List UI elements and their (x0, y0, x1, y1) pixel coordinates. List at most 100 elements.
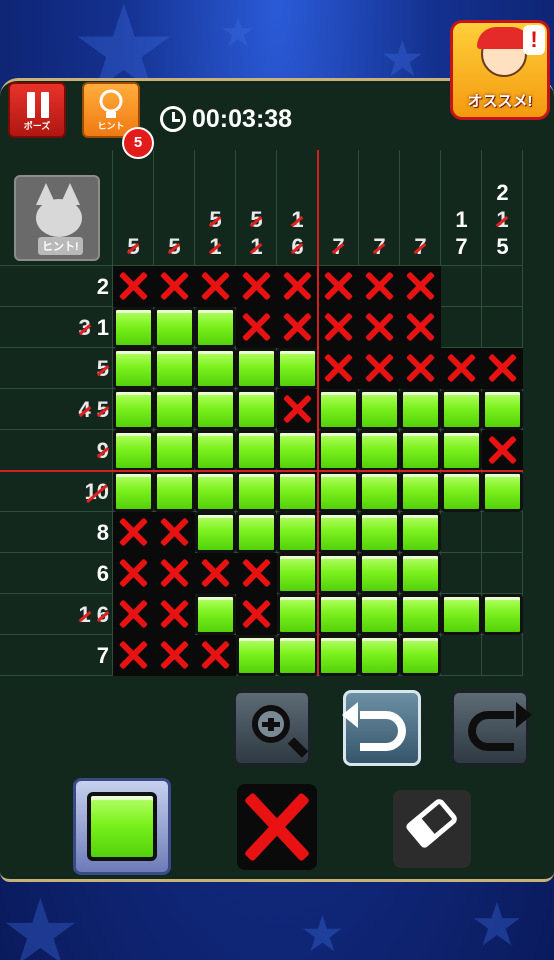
crossed-cell[interactable] (277, 307, 318, 348)
filled-cell[interactable] (195, 389, 236, 430)
crossed-cell[interactable] (400, 307, 441, 348)
filled-cell[interactable] (359, 471, 400, 512)
filled-cell[interactable] (154, 307, 195, 348)
crossed-cell[interactable] (154, 635, 195, 676)
empty-cell[interactable] (482, 266, 523, 307)
filled-cell[interactable] (195, 471, 236, 512)
filled-cell[interactable] (277, 512, 318, 553)
crossed-cell[interactable] (195, 635, 236, 676)
crossed-cell[interactable] (441, 348, 482, 389)
filled-cell[interactable] (113, 348, 154, 389)
empty-cell[interactable] (441, 512, 482, 553)
filled-cell[interactable] (113, 471, 154, 512)
crossed-cell[interactable] (359, 266, 400, 307)
filled-cell[interactable] (154, 348, 195, 389)
filled-cell[interactable] (359, 430, 400, 471)
crossed-cell[interactable] (236, 553, 277, 594)
fill-mode-button[interactable] (73, 778, 171, 875)
crossed-cell[interactable] (154, 594, 195, 635)
filled-cell[interactable] (236, 348, 277, 389)
filled-cell[interactable] (400, 471, 441, 512)
filled-cell[interactable] (359, 389, 400, 430)
filled-cell[interactable] (195, 512, 236, 553)
empty-cell[interactable] (441, 635, 482, 676)
filled-cell[interactable] (195, 430, 236, 471)
filled-cell[interactable] (277, 471, 318, 512)
filled-cell[interactable] (482, 471, 523, 512)
empty-cell[interactable] (482, 553, 523, 594)
crossed-cell[interactable] (400, 266, 441, 307)
filled-cell[interactable] (318, 471, 359, 512)
filled-cell[interactable] (400, 512, 441, 553)
crossed-cell[interactable] (113, 553, 154, 594)
filled-cell[interactable] (236, 471, 277, 512)
filled-cell[interactable] (113, 430, 154, 471)
filled-cell[interactable] (236, 430, 277, 471)
filled-cell[interactable] (236, 512, 277, 553)
empty-cell[interactable] (441, 307, 482, 348)
filled-cell[interactable] (400, 594, 441, 635)
crossed-cell[interactable] (236, 307, 277, 348)
filled-cell[interactable] (318, 512, 359, 553)
filled-cell[interactable] (113, 389, 154, 430)
crossed-cell[interactable] (154, 553, 195, 594)
crossed-cell[interactable] (113, 635, 154, 676)
filled-cell[interactable] (359, 635, 400, 676)
empty-cell[interactable] (482, 512, 523, 553)
crossed-cell[interactable] (359, 307, 400, 348)
filled-cell[interactable] (441, 430, 482, 471)
filled-cell[interactable] (482, 389, 523, 430)
filled-cell[interactable] (318, 430, 359, 471)
crossed-cell[interactable] (113, 512, 154, 553)
filled-cell[interactable] (236, 635, 277, 676)
filled-cell[interactable] (195, 594, 236, 635)
filled-cell[interactable] (195, 307, 236, 348)
crossed-cell[interactable] (113, 594, 154, 635)
crossed-cell[interactable] (195, 553, 236, 594)
crossed-cell[interactable] (482, 348, 523, 389)
filled-cell[interactable] (277, 348, 318, 389)
filled-cell[interactable] (318, 389, 359, 430)
filled-cell[interactable] (441, 471, 482, 512)
filled-cell[interactable] (277, 635, 318, 676)
crossed-cell[interactable] (277, 389, 318, 430)
filled-cell[interactable] (318, 594, 359, 635)
crossed-cell[interactable] (154, 266, 195, 307)
crossed-cell[interactable] (400, 348, 441, 389)
filled-cell[interactable] (400, 430, 441, 471)
filled-cell[interactable] (277, 553, 318, 594)
filled-cell[interactable] (482, 594, 523, 635)
crossed-cell[interactable] (318, 307, 359, 348)
crossed-cell[interactable] (482, 430, 523, 471)
eraser-mode-button[interactable] (393, 790, 471, 868)
filled-cell[interactable] (441, 594, 482, 635)
crossed-cell[interactable] (318, 266, 359, 307)
crossed-cell[interactable] (236, 594, 277, 635)
filled-cell[interactable] (113, 307, 154, 348)
undo-button[interactable] (342, 690, 421, 766)
crossed-cell[interactable] (277, 266, 318, 307)
filled-cell[interactable] (400, 389, 441, 430)
filled-cell[interactable] (195, 348, 236, 389)
filled-cell[interactable] (400, 635, 441, 676)
cross-mode-button[interactable] (237, 784, 317, 870)
filled-cell[interactable] (154, 389, 195, 430)
empty-cell[interactable] (482, 307, 523, 348)
redo-button[interactable] (451, 690, 532, 766)
filled-cell[interactable] (277, 430, 318, 471)
empty-cell[interactable] (441, 553, 482, 594)
zoom-in-button[interactable] (233, 690, 311, 766)
crossed-cell[interactable] (113, 266, 154, 307)
crossed-cell[interactable] (359, 348, 400, 389)
filled-cell[interactable] (154, 430, 195, 471)
empty-cell[interactable] (441, 266, 482, 307)
filled-cell[interactable] (359, 512, 400, 553)
crossed-cell[interactable] (154, 512, 195, 553)
crossed-cell[interactable] (195, 266, 236, 307)
filled-cell[interactable] (277, 594, 318, 635)
empty-cell[interactable] (482, 635, 523, 676)
filled-cell[interactable] (441, 389, 482, 430)
crossed-cell[interactable] (318, 348, 359, 389)
filled-cell[interactable] (359, 553, 400, 594)
filled-cell[interactable] (154, 471, 195, 512)
